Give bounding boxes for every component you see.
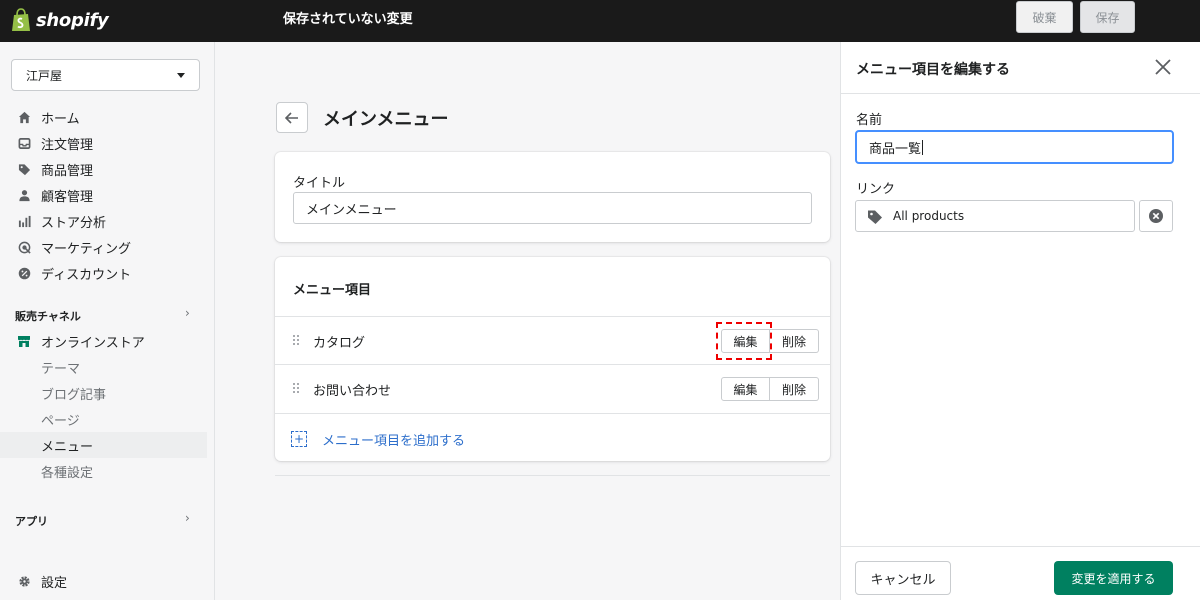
cancel-button[interactable]: キャンセル (855, 561, 951, 595)
divider (841, 546, 1200, 547)
discard-button[interactable]: 破棄 (1016, 1, 1073, 33)
sidebar-item-label: オンラインストア (41, 335, 145, 351)
add-icon: + (291, 431, 307, 447)
sidebar-item-online-store[interactable]: オンラインストア (0, 328, 207, 354)
sidebar-item-label: ストア分析 (41, 215, 107, 231)
link-field-label: リンク (856, 182, 896, 197)
delete-button[interactable]: 削除 (770, 329, 819, 353)
clear-icon (1149, 209, 1163, 223)
bar-chart-icon (17, 214, 31, 228)
sidebar-item-label: 商品管理 (41, 163, 94, 179)
link-input[interactable]: All products (855, 200, 1135, 232)
add-menu-item-row[interactable]: + メニュー項目を追加する (275, 413, 830, 461)
main-content: メインメニュー タイトル メインメニュー メニュー項目 カタログ 編集 削除 お… (216, 42, 840, 600)
store-icon (17, 334, 31, 348)
apps-heading: アプリ (15, 515, 48, 528)
sidebar-item-label: ディスカウント (41, 267, 132, 283)
chevron-right-icon[interactable]: › (185, 511, 190, 525)
sales-channels-heading: 販売チャネル (15, 310, 81, 323)
sidebar: 江戸屋 ホーム 注文管理 商品管理 顧客管理 ストア分析 マーケティング ディス… (0, 42, 215, 600)
sidebar-item-label: マーケティング (41, 241, 131, 257)
name-input-value: 商品一覧 (869, 141, 922, 157)
unsaved-changes-message: 保存されていない変更 (283, 12, 413, 27)
title-field-label: タイトル (293, 176, 346, 191)
sidebar-item-orders[interactable]: 注文管理 (0, 130, 207, 156)
person-icon (17, 188, 31, 202)
add-menu-item-link[interactable]: メニュー項目を追加する (322, 430, 465, 449)
back-button[interactable] (276, 102, 308, 133)
store-selector[interactable]: 江戸屋 (11, 59, 200, 91)
sidebar-subitem-blog-posts[interactable]: ブログ記事 (0, 380, 207, 406)
divider (275, 475, 830, 476)
sidebar-subitem-themes[interactable]: テーマ (0, 354, 207, 380)
target-icon (17, 240, 31, 254)
clear-link-button[interactable] (1139, 200, 1173, 232)
tag-icon (868, 210, 882, 224)
sidebar-item-marketing[interactable]: マーケティング (0, 234, 207, 260)
name-field-label: 名前 (856, 113, 883, 128)
title-input[interactable]: メインメニュー (293, 192, 812, 224)
edit-button[interactable]: 編集 (721, 377, 770, 401)
gear-icon (17, 574, 31, 588)
sidebar-item-label: ホーム (41, 111, 80, 127)
edit-menu-item-panel: メニュー項目を編集する 名前 商品一覧 リンク All products キャン… (840, 42, 1200, 600)
tag-icon (17, 162, 31, 176)
menu-item-label: カタログ (313, 336, 366, 351)
sidebar-item-analytics[interactable]: ストア分析 (0, 208, 207, 234)
menu-item-actions: 編集 削除 (721, 377, 819, 401)
highlight-annotation (716, 322, 772, 360)
name-input[interactable]: 商品一覧 (855, 130, 1174, 164)
menu-items-heading: メニュー項目 (293, 283, 372, 298)
drag-handle-icon[interactable] (292, 382, 300, 394)
caret-down-icon (177, 73, 185, 78)
sidebar-item-products[interactable]: 商品管理 (0, 156, 207, 182)
arrow-left-icon (285, 111, 298, 124)
sidebar-subitem-label: ページ (41, 413, 80, 429)
sidebar-subitem-preferences[interactable]: 各種設定 (0, 458, 207, 484)
sidebar-item-label: 注文管理 (41, 137, 94, 153)
delete-button[interactable]: 削除 (770, 377, 819, 401)
list-item: お問い合わせ 編集 削除 (275, 364, 830, 412)
shopify-logo[interactable]: shopify (10, 7, 109, 33)
save-button[interactable]: 保存 (1080, 1, 1135, 33)
panel-title: メニュー項目を編集する (856, 62, 1010, 78)
top-bar: shopify 保存されていない変更 破棄 保存 (0, 0, 1200, 42)
apply-changes-button[interactable]: 変更を適用する (1054, 561, 1173, 595)
link-value: All products (893, 209, 965, 223)
page-title: メインメニュー (323, 109, 449, 130)
sidebar-item-discounts[interactable]: ディスカウント (0, 260, 207, 286)
sidebar-subitem-label: メニュー (41, 439, 94, 455)
drag-handle-icon[interactable] (292, 334, 300, 346)
discount-icon (17, 266, 31, 280)
sidebar-item-label: 設定 (41, 575, 68, 591)
text-cursor (922, 139, 924, 155)
logo-text: shopify (36, 9, 109, 31)
divider (841, 93, 1200, 94)
title-card: タイトル メインメニュー (275, 152, 830, 242)
sidebar-subitem-navigation[interactable]: メニュー (0, 432, 207, 458)
sidebar-item-customers[interactable]: 顧客管理 (0, 182, 207, 208)
sidebar-subitem-pages[interactable]: ページ (0, 406, 207, 432)
home-icon (17, 110, 31, 124)
inbox-icon (17, 136, 31, 150)
sidebar-subitem-label: ブログ記事 (41, 387, 107, 403)
sidebar-subitem-label: テーマ (41, 361, 81, 377)
sidebar-item-settings[interactable]: 設定 (0, 568, 207, 594)
close-icon[interactable] (1152, 56, 1174, 78)
sidebar-item-label: 顧客管理 (41, 189, 94, 205)
shopify-bag-icon (10, 8, 32, 32)
chevron-right-icon[interactable]: › (185, 306, 190, 320)
store-name: 江戸屋 (26, 68, 63, 83)
menu-item-label: お問い合わせ (313, 384, 392, 399)
sidebar-subitem-label: 各種設定 (41, 465, 94, 481)
sidebar-item-home[interactable]: ホーム (0, 104, 207, 130)
